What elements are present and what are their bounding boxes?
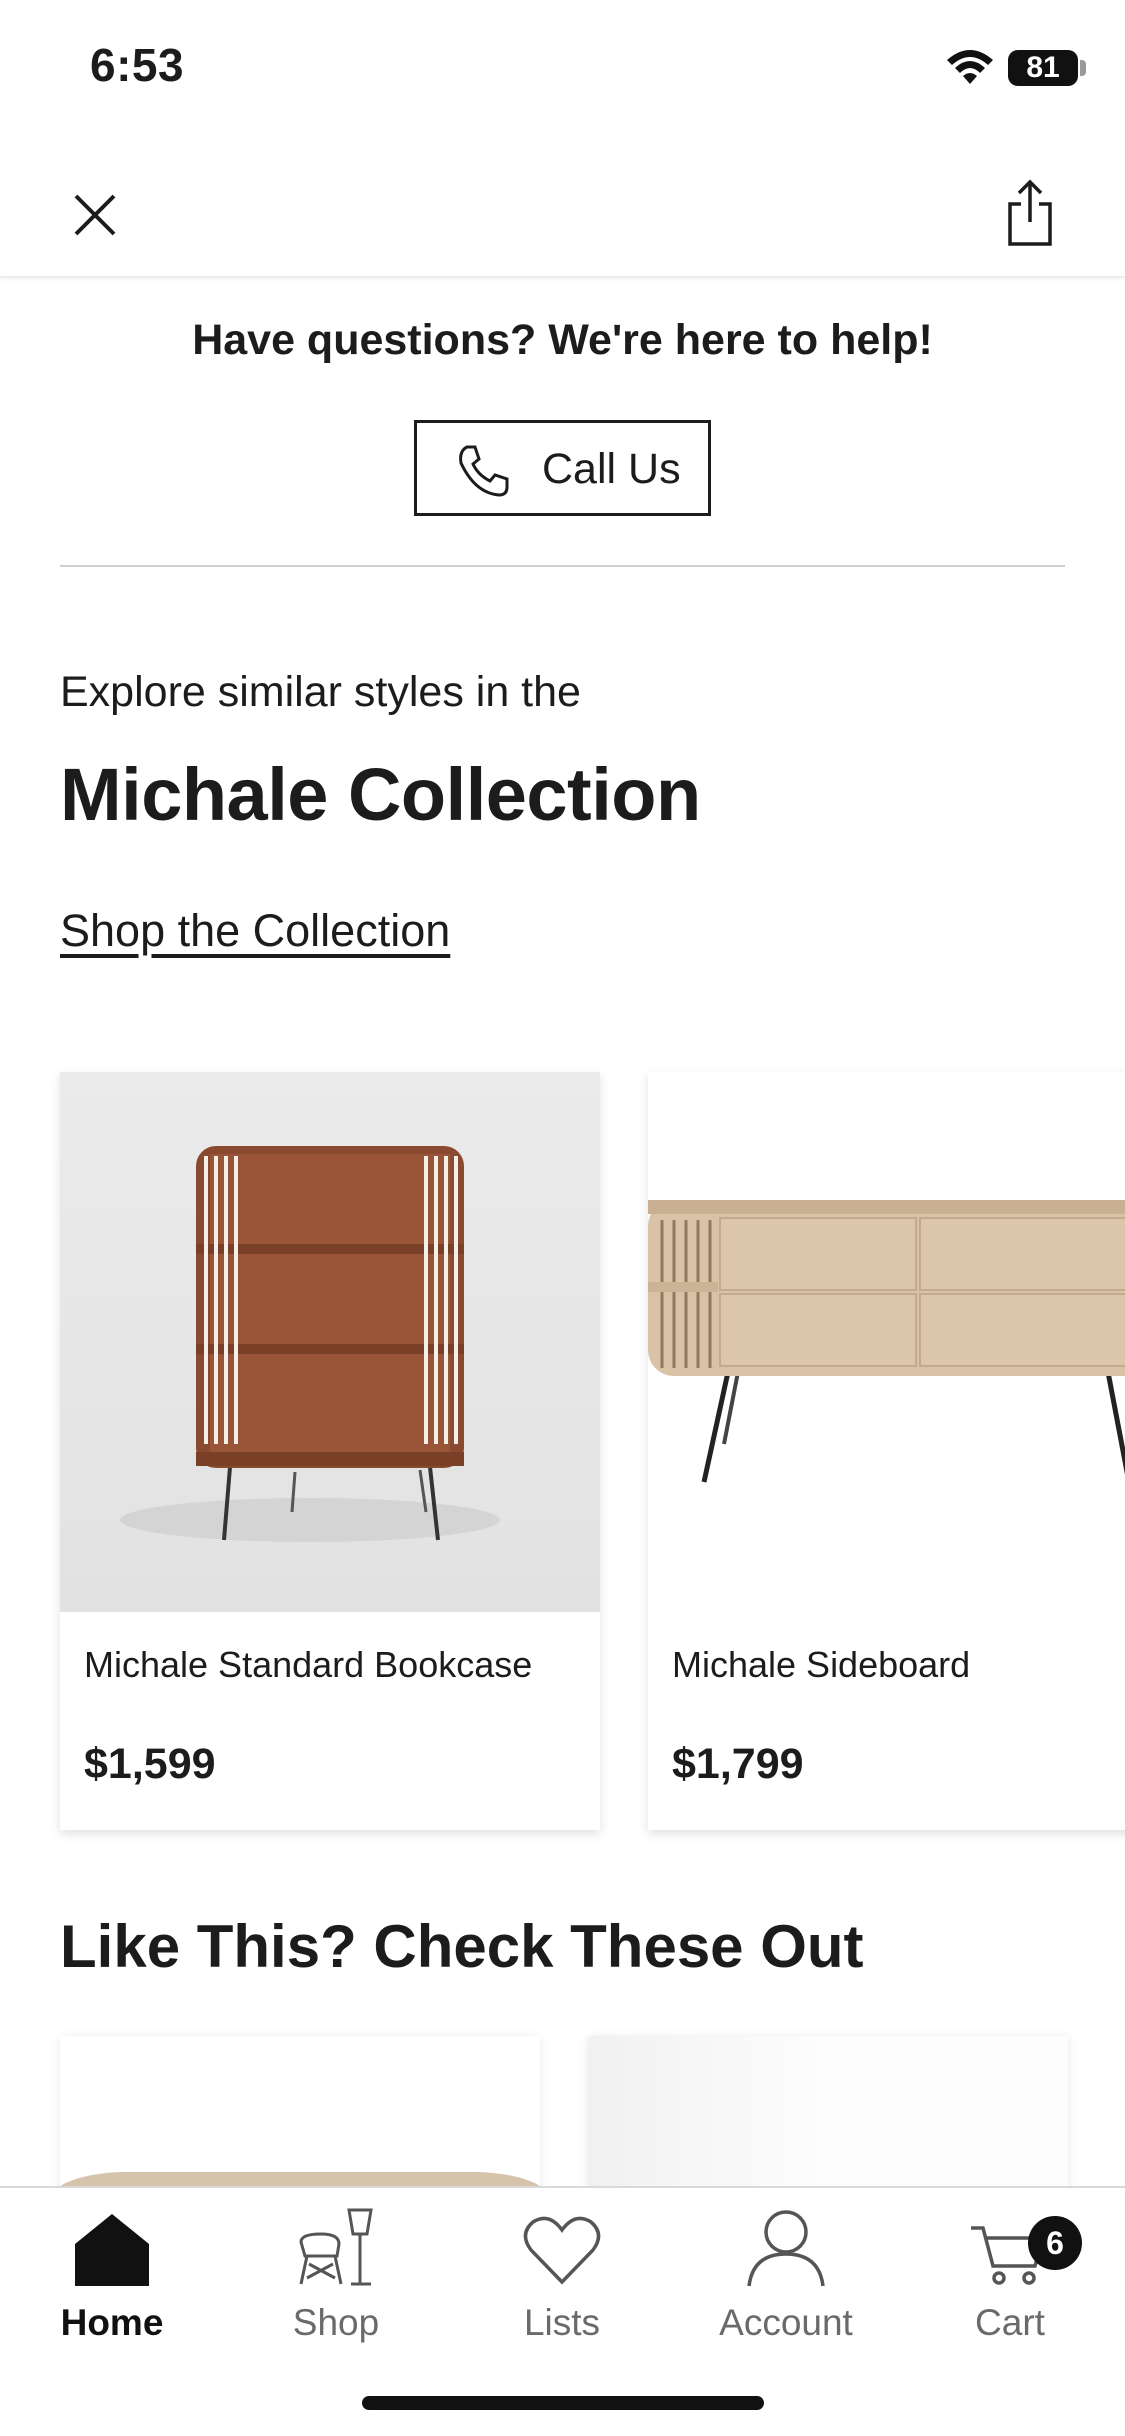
wifi-icon — [947, 50, 993, 84]
product-price: $1,799 — [672, 1740, 804, 1788]
battery-nub — [1080, 60, 1086, 76]
product-name: Michale Standard Bookcase — [84, 1644, 533, 1685]
product-image-bookcase — [60, 1072, 600, 1612]
tab-label: Cart — [975, 2302, 1045, 2343]
share-icon[interactable] — [995, 174, 1065, 254]
battery-indicator: 81 — [1008, 50, 1078, 86]
collection-subtitle: Explore similar styles in the — [60, 668, 581, 716]
top-navigation — [0, 150, 1125, 278]
tab-account[interactable]: Account — [686, 2204, 886, 2344]
help-title: Have questions? We're here to help! — [192, 316, 933, 364]
tab-label: Shop — [292, 2302, 380, 2343]
recommendation-image — [60, 2172, 540, 2196]
recommendation-card[interactable] — [60, 2036, 540, 2196]
shop-icon — [299, 2208, 373, 2286]
call-us-label: Call Us — [542, 445, 681, 493]
heart-icon — [523, 2216, 601, 2285]
shop-collection-link[interactable]: Shop the Collection — [60, 905, 450, 957]
divider — [60, 565, 1065, 567]
close-icon[interactable] — [60, 180, 130, 250]
product-name: Michale Sideboard — [672, 1644, 971, 1685]
product-card[interactable]: Michale Sideboard $1,799 — [648, 1072, 1125, 1830]
product-image-sideboard — [648, 1072, 1125, 1612]
phone-icon — [459, 445, 509, 497]
tab-label: Account — [719, 2302, 853, 2343]
home-indicator — [362, 2396, 764, 2410]
tab-lists[interactable]: Lists — [462, 2204, 662, 2344]
status-bar: 6:53 81 — [0, 0, 1125, 140]
cart-count-badge: 6 — [1028, 2216, 1082, 2270]
tab-bar: Home Shop Lists Account 6 Cart — [0, 2186, 1125, 2436]
tab-shop[interactable]: Shop — [236, 2204, 436, 2344]
recommendations-title: Like This? Check These Out — [60, 1913, 864, 1980]
call-us-button[interactable]: Call Us — [414, 420, 711, 516]
product-card[interactable]: Michale Standard Bookcase $1,599 — [60, 1072, 600, 1830]
collection-title: Michale Collection — [60, 753, 701, 836]
account-icon — [747, 2210, 825, 2287]
tab-label: Home — [60, 2302, 164, 2343]
tab-cart[interactable]: 6 Cart — [910, 2204, 1110, 2344]
tab-label: Lists — [523, 2302, 601, 2343]
product-price: $1,599 — [84, 1740, 216, 1788]
recommendation-card[interactable] — [588, 2036, 1068, 2196]
status-time: 6:53 — [90, 39, 185, 91]
tab-home[interactable]: Home — [12, 2204, 212, 2344]
home-icon — [75, 2214, 149, 2286]
